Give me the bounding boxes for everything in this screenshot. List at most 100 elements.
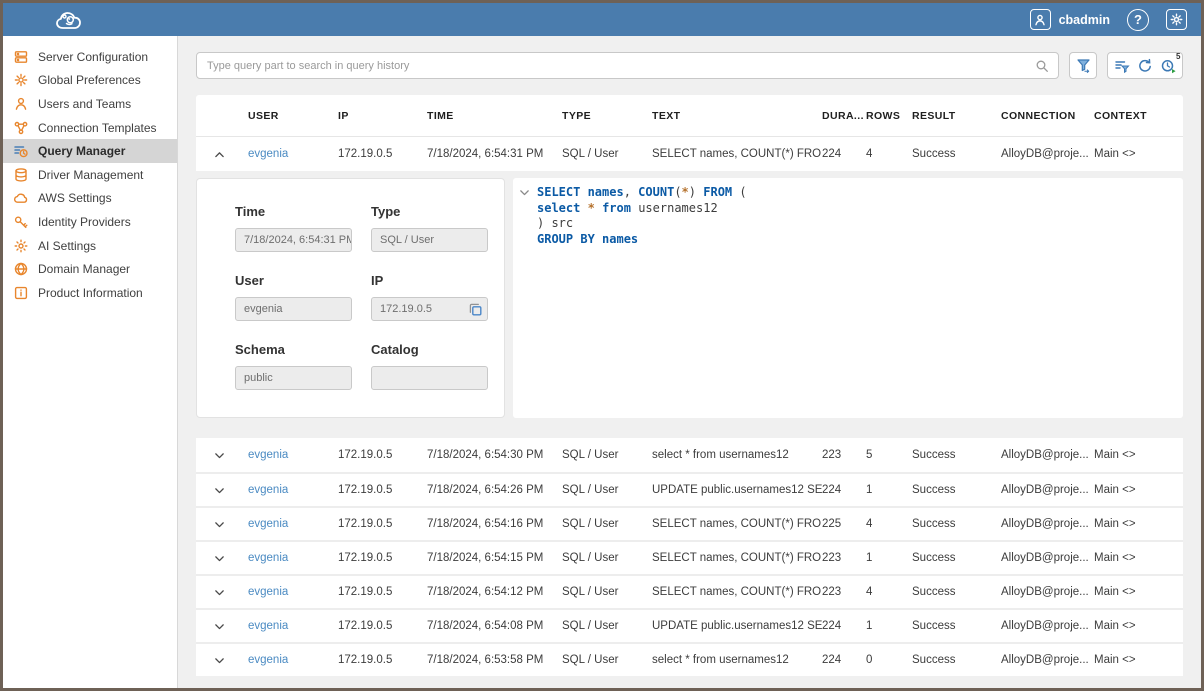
auto-refresh-button[interactable]: 5	[1160, 57, 1177, 74]
sql-code-line: SELECT names, COUNT(*) FROM (	[537, 185, 1175, 201]
row-rows: 4	[866, 586, 912, 598]
sidebar-item-label: Connection Templates	[38, 121, 157, 135]
sql-code-line: select * from usernames12	[537, 201, 1175, 217]
field-value-input[interactable]: SQL / User	[371, 228, 488, 252]
row-user-link[interactable]: evgenia	[248, 654, 338, 666]
chevron-down-icon[interactable]	[213, 654, 226, 667]
row-ip: 172.19.0.5	[338, 449, 427, 461]
sidebar-item-aws-settings[interactable]: AWS Settings	[3, 187, 177, 211]
sidebar-item-server-configuration[interactable]: Server Configuration	[3, 45, 177, 69]
filter-button[interactable]	[1069, 52, 1097, 79]
column-header[interactable]: TIME	[427, 110, 562, 122]
detail-field-user: Userevgenia	[235, 273, 352, 321]
log-filter-icon	[1114, 58, 1130, 74]
sidebar-item-query-manager[interactable]: Query Manager	[3, 139, 177, 163]
field-value-input[interactable]	[371, 366, 488, 390]
row-text: select * from usernames12	[652, 449, 822, 461]
table-row[interactable]: evgenia172.19.0.57/18/2024, 6:53:58 PMSQ…	[196, 642, 1183, 676]
sidebar-item-global-preferences[interactable]: Global Preferences	[3, 69, 177, 93]
row-rows: 5	[866, 449, 912, 461]
server-icon	[13, 49, 29, 65]
table-row[interactable]: evgenia172.19.0.57/18/2024, 6:54:08 PMSQ…	[196, 608, 1183, 642]
chevron-down-icon[interactable]	[213, 449, 226, 462]
column-header[interactable]: TEXT	[652, 110, 822, 122]
chevron-down-icon[interactable]	[213, 552, 226, 565]
sidebar-item-label: Identity Providers	[38, 215, 131, 229]
administration-settings-button[interactable]	[1166, 9, 1187, 30]
row-text: SELECT names, COUNT(*) FRO...	[652, 586, 822, 598]
row-connection: AlloyDB@proje...	[1001, 654, 1094, 666]
refresh-button[interactable]	[1137, 58, 1153, 74]
auto-refresh-clock-icon	[1160, 57, 1177, 74]
auto-refresh-interval-badge: 5	[1176, 52, 1180, 61]
query-history-rows: evgenia172.19.0.57/18/2024, 6:54:30 PMSQ…	[196, 438, 1183, 676]
search-toolbar: 5	[196, 52, 1183, 79]
row-type: SQL / User	[562, 449, 652, 461]
table-row[interactable]: evgenia172.19.0.57/18/2024, 6:54:16 PMSQ…	[196, 506, 1183, 540]
sidebar-item-product-information[interactable]: Product Information	[3, 281, 177, 305]
field-value-input[interactable]: public	[235, 366, 352, 390]
user-menu[interactable]: cbadmin	[1030, 9, 1110, 30]
row-type: SQL / User	[562, 654, 652, 666]
table-row[interactable]: evgenia172.19.0.57/18/2024, 6:54:15 PMSQ…	[196, 540, 1183, 574]
row-time: 7/18/2024, 6:54:31 PM	[427, 148, 562, 160]
column-header[interactable]: RESULT	[912, 110, 1001, 122]
row-ip: 172.19.0.5	[338, 620, 427, 632]
column-header[interactable]: CONTEXT	[1094, 110, 1183, 122]
column-header[interactable]: ROWS	[866, 110, 912, 122]
sidebar-item-domain-manager[interactable]: Domain Manager	[3, 257, 177, 281]
row-result: Success	[912, 148, 1001, 160]
table-row[interactable]: evgenia172.19.0.57/18/2024, 6:54:30 PMSQ…	[196, 438, 1183, 472]
row-type: SQL / User	[562, 518, 652, 530]
sidebar-item-label: Driver Management	[38, 168, 143, 182]
row-user-link[interactable]: evgenia	[248, 484, 338, 496]
row-user-link[interactable]: evgenia	[248, 449, 338, 461]
chevron-down-icon[interactable]	[213, 586, 226, 599]
column-header[interactable]: USER	[248, 110, 338, 122]
row-user-link[interactable]: evgenia	[248, 586, 338, 598]
chevron-down-icon[interactable]	[213, 484, 226, 497]
row-context: Main <>	[1094, 654, 1183, 666]
row-connection: AlloyDB@proje...	[1001, 552, 1094, 564]
log-settings-button[interactable]	[1114, 58, 1130, 74]
sidebar-item-label: Users and Teams	[38, 97, 131, 111]
field-value-input[interactable]: 172.19.0.5	[371, 297, 488, 321]
field-label: Time	[235, 204, 352, 219]
sidebar-item-ai-settings[interactable]: AI Settings	[3, 234, 177, 258]
query-search-input[interactable]	[197, 53, 1058, 78]
sidebar-item-users-and-teams[interactable]: Users and Teams	[3, 92, 177, 116]
topbar-actions: cbadmin ?	[1030, 9, 1187, 31]
sidebar-item-driver-management[interactable]: Driver Management	[3, 163, 177, 187]
help-button[interactable]: ?	[1127, 9, 1149, 31]
gear-icon	[13, 72, 29, 88]
table-row[interactable]: evgenia172.19.0.57/18/2024, 6:54:26 PMSQ…	[196, 472, 1183, 506]
field-value-input[interactable]: 7/18/2024, 6:54:31 PM	[235, 228, 352, 252]
column-header[interactable]: DURA...	[822, 110, 866, 122]
row-user-link[interactable]: evgenia	[248, 552, 338, 564]
expanded-row-container: evgenia172.19.0.57/18/2024, 6:54:31 PMSQ…	[196, 136, 1183, 171]
chevron-down-icon[interactable]	[213, 518, 226, 531]
sidebar-item-connection-templates[interactable]: Connection Templates	[3, 116, 177, 140]
sidebar-item-label: Query Manager	[38, 144, 125, 158]
row-time: 7/18/2024, 6:54:16 PM	[427, 518, 562, 530]
row-user-link[interactable]: evgenia	[248, 620, 338, 632]
chevron-up-icon[interactable]	[213, 148, 226, 161]
field-value-input[interactable]: evgenia	[235, 297, 352, 321]
chevron-down-icon[interactable]	[213, 620, 226, 633]
copy-icon[interactable]	[467, 301, 484, 318]
chevron-down-icon[interactable]	[518, 186, 531, 199]
row-text: SELECT names, COUNT(*) FRO...	[652, 552, 822, 564]
sidebar-item-label: Domain Manager	[38, 262, 130, 276]
row-user-link[interactable]: evgenia	[248, 148, 338, 160]
field-label: IP	[371, 273, 488, 288]
table-row[interactable]: evgenia172.19.0.57/18/2024, 6:54:31 PMSQ…	[196, 136, 1183, 171]
table-row[interactable]: evgenia172.19.0.57/18/2024, 6:54:12 PMSQ…	[196, 574, 1183, 608]
row-user-link[interactable]: evgenia	[248, 518, 338, 530]
column-header[interactable]: IP	[338, 110, 427, 122]
row-text: SELECT names, COUNT(*) FRO...	[652, 518, 822, 530]
sidebar-item-identity-providers[interactable]: Identity Providers	[3, 210, 177, 234]
column-header[interactable]: TYPE	[562, 110, 652, 122]
sql-code[interactable]: SELECT names, COUNT(*) FROM (select * fr…	[537, 185, 1175, 247]
row-text: UPDATE public.usernames12 SE...	[652, 484, 822, 496]
column-header[interactable]: CONNECTION	[1001, 110, 1094, 122]
